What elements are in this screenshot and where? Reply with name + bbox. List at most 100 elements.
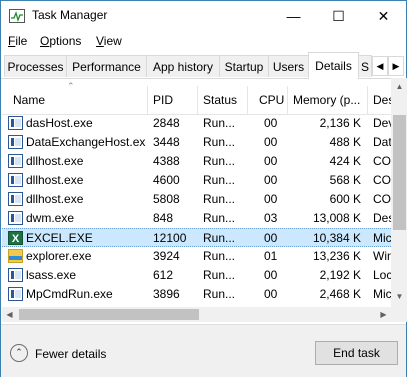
process-memory: 10,384 K <box>312 231 361 245</box>
process-status: Run... <box>203 249 236 263</box>
vertical-scroll-thumb[interactable] <box>393 115 406 230</box>
process-cpu: 03 <box>264 211 278 225</box>
process-description: Loc <box>373 268 391 282</box>
table-row[interactable]: MpCmdRun.exe 3896 Run... 00 2,468 K Mic <box>2 285 391 304</box>
process-name: dasHost.exe <box>26 116 93 130</box>
process-description: Des <box>373 211 391 225</box>
process-pid: 612 <box>153 268 174 282</box>
close-button[interactable]: ✕ <box>361 1 406 31</box>
process-description: Dat <box>373 135 391 149</box>
menu-file[interactable]: File <box>8 34 27 48</box>
window-app-icon <box>8 211 23 225</box>
process-status: Run... <box>203 231 236 245</box>
process-description: COI <box>373 154 391 168</box>
column-divider[interactable] <box>247 86 248 114</box>
process-description: COI <box>373 192 391 206</box>
scroll-down-icon[interactable]: ▼ <box>391 288 407 305</box>
process-name: MpCmdRun.exe <box>26 287 113 301</box>
process-memory: 2,136 K <box>319 116 361 130</box>
title-bar: Task Manager — ☐ ✕ <box>1 1 406 31</box>
column-description[interactable]: Des <box>373 93 391 107</box>
table-row[interactable]: lsass.exe 612 Run... 00 2,192 K Loc <box>2 266 391 285</box>
tab-scroll-left-icon[interactable]: ◀ <box>372 56 388 76</box>
tab-scroll-right-icon[interactable]: ▶ <box>388 56 404 76</box>
window-title: Task Manager <box>32 8 108 22</box>
table-row[interactable]: explorer.exe 3924 Run... 01 13,236 K Win <box>2 247 391 266</box>
scroll-left-icon[interactable]: ◀ <box>2 307 17 322</box>
table-row[interactable]: dllhost.exe 5808 Run... 00 600 K COI <box>2 190 391 209</box>
process-name: DataExchangeHost.exe <box>26 135 146 149</box>
process-pid: 3896 <box>153 287 180 301</box>
horizontal-scroll-thumb[interactable] <box>19 309 199 320</box>
horizontal-scrollbar[interactable]: ◀ ▶ <box>2 307 391 322</box>
menu-view-mnemonic: V <box>96 34 104 48</box>
menu-view-rest: iew <box>103 34 122 48</box>
process-status: Run... <box>203 192 236 206</box>
menu-view[interactable]: View <box>96 34 122 48</box>
column-divider[interactable] <box>367 86 368 114</box>
tab-app-history[interactable]: App history <box>146 55 220 77</box>
window-app-icon <box>8 173 23 187</box>
explorer-icon <box>8 249 23 263</box>
tab-processes[interactable]: Processes <box>4 55 67 77</box>
tab-details[interactable]: Details <box>308 52 359 79</box>
column-memory[interactable]: Memory (p... <box>293 93 360 107</box>
process-pid: 4600 <box>153 173 180 187</box>
column-divider[interactable] <box>147 86 148 114</box>
process-memory: 13,008 K <box>312 211 361 225</box>
excel-icon: X <box>8 231 23 245</box>
tab-users[interactable]: Users <box>268 55 309 77</box>
vertical-scrollbar[interactable]: ▲ ▼ <box>391 78 407 322</box>
process-name: dwm.exe <box>26 211 75 225</box>
process-name: dllhost.exe <box>26 154 84 168</box>
process-cpu: 00 <box>264 287 278 301</box>
window-app-icon <box>8 135 23 149</box>
process-memory: 2,192 K <box>319 268 361 282</box>
process-memory: 568 K <box>329 173 361 187</box>
tab-startup[interactable]: Startup <box>219 55 269 77</box>
task-manager-icon <box>9 9 25 23</box>
process-pid: 3924 <box>153 249 180 263</box>
table-row[interactable]: DataExchangeHost.exe 3448 Run... 00 488 … <box>2 133 391 152</box>
footer-bar: ⌃ Fewer details End task <box>1 324 406 377</box>
process-status: Run... <box>203 211 236 225</box>
table-row[interactable]: dasHost.exe 2848 Run... 00 2,136 K Dev <box>2 114 391 133</box>
table-row[interactable]: dwm.exe 848 Run... 03 13,008 K Des <box>2 209 391 228</box>
tab-bar: Processes Performance App history Startu… <box>1 52 406 79</box>
column-status[interactable]: Status <box>203 93 237 107</box>
window-app-icon <box>8 287 23 301</box>
process-name: EXCEL.EXE <box>26 231 93 245</box>
process-status: Run... <box>203 287 236 301</box>
process-status: Run... <box>203 135 236 149</box>
window-app-icon <box>8 268 23 282</box>
scroll-up-icon[interactable]: ▲ <box>391 78 407 95</box>
process-cpu: 01 <box>264 249 278 263</box>
process-status: Run... <box>203 173 236 187</box>
tab-performance[interactable]: Performance <box>66 55 147 77</box>
process-memory: 424 K <box>329 154 361 168</box>
process-pid: 12100 <box>153 231 187 245</box>
table-row[interactable]: dllhost.exe 4600 Run... 00 568 K COI <box>2 171 391 190</box>
table-row-selected[interactable]: X EXCEL.EXE 12100 Run... 00 10,384 K Mic <box>2 228 391 247</box>
minimize-button[interactable]: — <box>271 1 316 31</box>
process-cpu: 00 <box>264 116 278 130</box>
column-divider[interactable] <box>287 86 288 114</box>
menu-options[interactable]: Options <box>40 34 81 48</box>
tab-services[interactable]: S <box>358 55 372 77</box>
sort-ascending-icon: ⌃ <box>67 81 75 91</box>
chevron-up-icon[interactable]: ⌃ <box>10 344 28 362</box>
process-description: Dev <box>373 116 391 130</box>
end-task-button[interactable]: End task <box>315 341 398 365</box>
process-status: Run... <box>203 116 236 130</box>
window-app-icon <box>8 116 23 130</box>
table-row[interactable]: dllhost.exe 4388 Run... 00 424 K COI <box>2 152 391 171</box>
column-name[interactable]: Name <box>13 93 45 107</box>
column-pid[interactable]: PID <box>153 93 173 107</box>
scroll-right-icon[interactable]: ▶ <box>376 307 391 322</box>
maximize-button[interactable]: ☐ <box>316 1 361 31</box>
fewer-details-link[interactable]: Fewer details <box>35 347 106 361</box>
process-description: Mic <box>373 287 391 301</box>
process-status: Run... <box>203 268 236 282</box>
column-cpu[interactable]: CPU <box>259 93 284 107</box>
column-divider[interactable] <box>197 86 198 114</box>
